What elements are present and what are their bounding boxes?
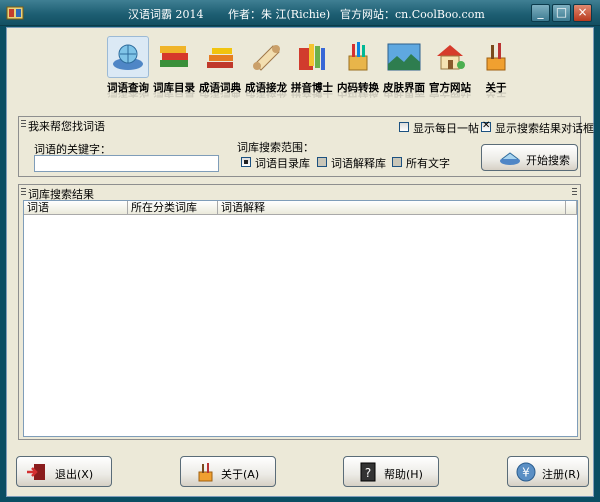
keyword-input[interactable] — [34, 155, 219, 172]
column-header-explanation[interactable]: 词语解释 — [218, 201, 566, 215]
start-search-button[interactable]: 开始搜索 — [481, 144, 578, 171]
result-dialog-label: 显示搜索结果对话框 — [495, 122, 594, 135]
scope-option-explain-label: 词语解释库 — [331, 157, 386, 170]
search-group-title: 我来帮您找词语 — [28, 120, 105, 133]
books-icon — [207, 48, 233, 68]
daily-tip-checkbox[interactable] — [399, 122, 409, 132]
close-button[interactable]: × — [573, 4, 592, 22]
result-dialog-checkbox[interactable] — [481, 120, 491, 132]
house-icon — [437, 45, 465, 70]
website-text: 官方网站：cn.CoolBoo.com — [340, 8, 485, 21]
minimize-button[interactable]: _ — [531, 4, 550, 22]
main-toolbar: 词语查询 词语查询 词库目录 词库目录 成语词典 成语词典 成语接龙 成语接龙 … — [7, 28, 593, 108]
exit-button[interactable]: 退出(X) — [16, 456, 112, 487]
main-window: 汉语词霸 2014 作者：朱 江(Richie) 官方网站：cn.CoolBoo… — [0, 0, 600, 502]
column-header-word[interactable]: 词语 — [24, 201, 128, 215]
maximize-button[interactable]: □ — [552, 4, 571, 22]
pencil-cup-icon — [348, 42, 368, 71]
svg-text:?: ? — [365, 466, 371, 480]
grip-handle-right — [572, 188, 577, 196]
app-title: 汉语词霸 2014 — [128, 8, 204, 21]
landscape-icon — [387, 43, 421, 71]
globe-book-icon — [113, 44, 143, 70]
daily-tip-label: 显示每日一帖 — [413, 122, 479, 135]
scope-option-catalog-label: 词语目录库 — [255, 157, 310, 170]
help-button[interactable]: ? 帮助(H) — [343, 456, 439, 487]
yen-coin-icon: ¥ — [516, 462, 536, 482]
svg-text:¥: ¥ — [522, 466, 530, 480]
column-header-filler — [566, 201, 577, 215]
about-button[interactable]: 关于(A) — [180, 456, 276, 487]
results-table[interactable]: 词语 所在分类词库 词语解释 — [23, 200, 578, 437]
scroll-icon — [253, 45, 280, 71]
register-button[interactable]: ¥ 注册(R) — [507, 456, 589, 487]
title-bar[interactable]: 汉语词霸 2014 作者：朱 江(Richie) 官方网站：cn.CoolBoo… — [0, 0, 600, 26]
search-group: 我来帮您找词语 显示每日一帖 显示搜索结果对话框 词语的关键字： 词库搜索范围：… — [18, 116, 594, 177]
scope-option-explain[interactable] — [317, 157, 327, 167]
scope-option-all-label: 所有文字 — [406, 157, 450, 170]
help-book-icon: ? — [360, 462, 376, 482]
client-area: 词语查询 词语查询 词库目录 词库目录 成语词典 成语词典 成语接龙 成语接龙 … — [6, 27, 594, 497]
author-text: 作者：朱 江(Richie) — [228, 8, 331, 21]
tool-about[interactable]: 关于 关于 — [473, 34, 519, 100]
crayon-book-icon — [299, 44, 325, 70]
about-cup-icon — [198, 463, 213, 482]
search-book-icon — [500, 152, 520, 165]
scope-option-catalog[interactable] — [241, 157, 251, 167]
column-header-category[interactable]: 所在分类词库 — [128, 201, 218, 215]
book-stack-icon — [160, 46, 188, 67]
scope-option-all[interactable] — [392, 157, 402, 167]
results-group: 词库搜索结果 词语 所在分类词库 词语解释 — [18, 184, 581, 440]
scope-label: 词库搜索范围： — [237, 141, 314, 154]
exit-door-icon — [27, 464, 45, 480]
brush-icon — [486, 43, 506, 71]
app-icon — [6, 6, 24, 20]
